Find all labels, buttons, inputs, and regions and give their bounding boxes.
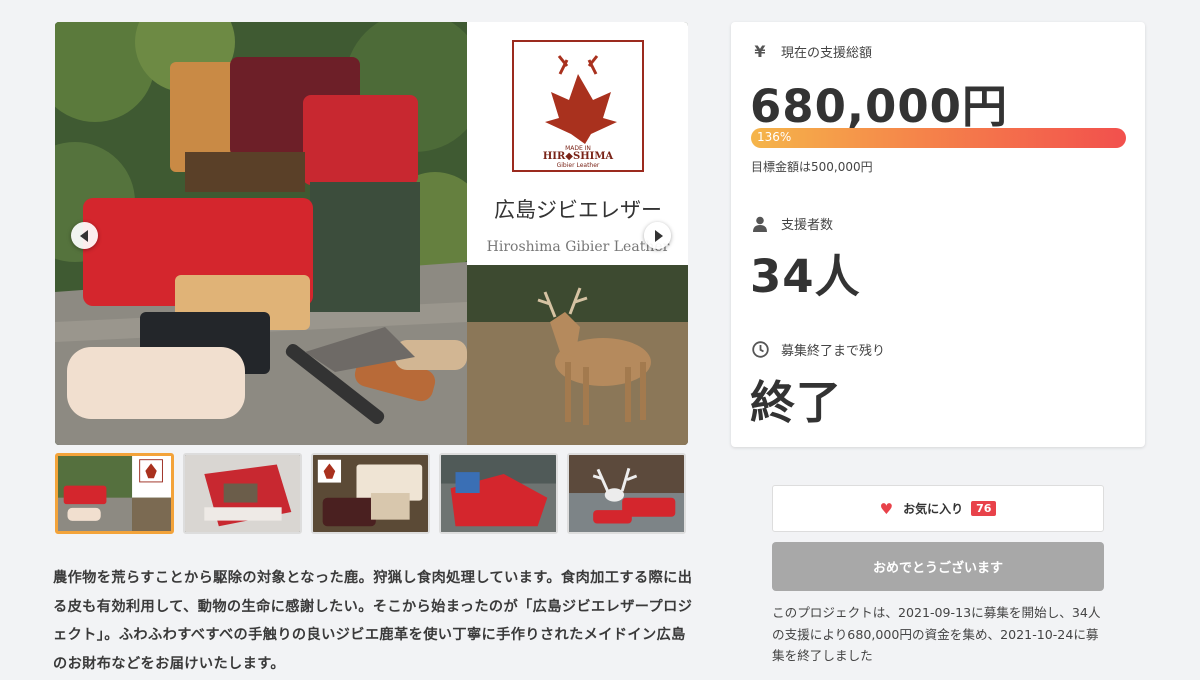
thumbnail-4[interactable] bbox=[439, 453, 558, 534]
logo-sub: Gibier Leather bbox=[557, 162, 600, 169]
prev-image-button[interactable] bbox=[71, 222, 98, 249]
thumbnail-1[interactable] bbox=[55, 453, 174, 534]
remaining-label-text: 募集終了まで残り bbox=[781, 344, 886, 359]
project-summary: このプロジェクトは、2021-09-13に募集を開始し、34人の支援により680… bbox=[772, 605, 1101, 663]
funding-progress-bar: 136% bbox=[751, 128, 1126, 148]
brand-en: Hiroshima Gibier Leather bbox=[487, 239, 670, 255]
person-icon bbox=[751, 215, 769, 233]
progress-percent: 136% bbox=[757, 130, 792, 144]
yen-icon: ¥ bbox=[754, 42, 766, 61]
favorite-button[interactable]: ♥ お気に入り 76 bbox=[772, 485, 1104, 532]
thumbnail-5[interactable] bbox=[567, 453, 686, 534]
thumbnail-2[interactable] bbox=[183, 453, 302, 534]
clock-icon bbox=[751, 341, 769, 359]
total-label: ¥ 現在の支援総額 bbox=[751, 42, 872, 61]
chevron-right-icon bbox=[654, 229, 663, 242]
next-image-button[interactable] bbox=[644, 222, 671, 249]
supporters-label: 支援者数 bbox=[751, 214, 833, 233]
favorite-label: お気に入り bbox=[903, 502, 964, 516]
total-label-text: 現在の支援総額 bbox=[781, 46, 873, 61]
logo-city: HIR◆SHIMA bbox=[543, 151, 614, 162]
heart-icon: ♥ bbox=[879, 499, 894, 518]
favorite-count-badge: 76 bbox=[971, 501, 997, 516]
thumbnail-strip bbox=[55, 453, 688, 534]
brand-jp: 広島ジビエレザー bbox=[494, 198, 662, 222]
supporters-count: 34人 bbox=[750, 250, 861, 303]
thumbnail-3[interactable] bbox=[311, 453, 430, 534]
remaining-value: 終了 bbox=[750, 376, 843, 429]
project-description: 農作物を荒らすことから駆除の対象となった鹿。狩猟し食肉処理しています。食肉加工す… bbox=[53, 570, 693, 672]
chevron-left-icon bbox=[79, 229, 88, 242]
remaining-label: 募集終了まで残り bbox=[751, 340, 885, 359]
funding-stats-card: ¥ 現在の支援総額 680,000円 136% 目標金額は500,000円 支援… bbox=[731, 22, 1145, 447]
hero-image: MADE IN HIR◆SHIMA Gibier Leather 広島ジビエレザ… bbox=[55, 22, 688, 445]
supporters-label-text: 支援者数 bbox=[781, 218, 834, 233]
congrats-button[interactable]: おめでとうございます bbox=[772, 542, 1104, 591]
goal-amount: 目標金額は500,000円 bbox=[751, 160, 873, 174]
total-amount: 680,000円 bbox=[750, 80, 1008, 133]
